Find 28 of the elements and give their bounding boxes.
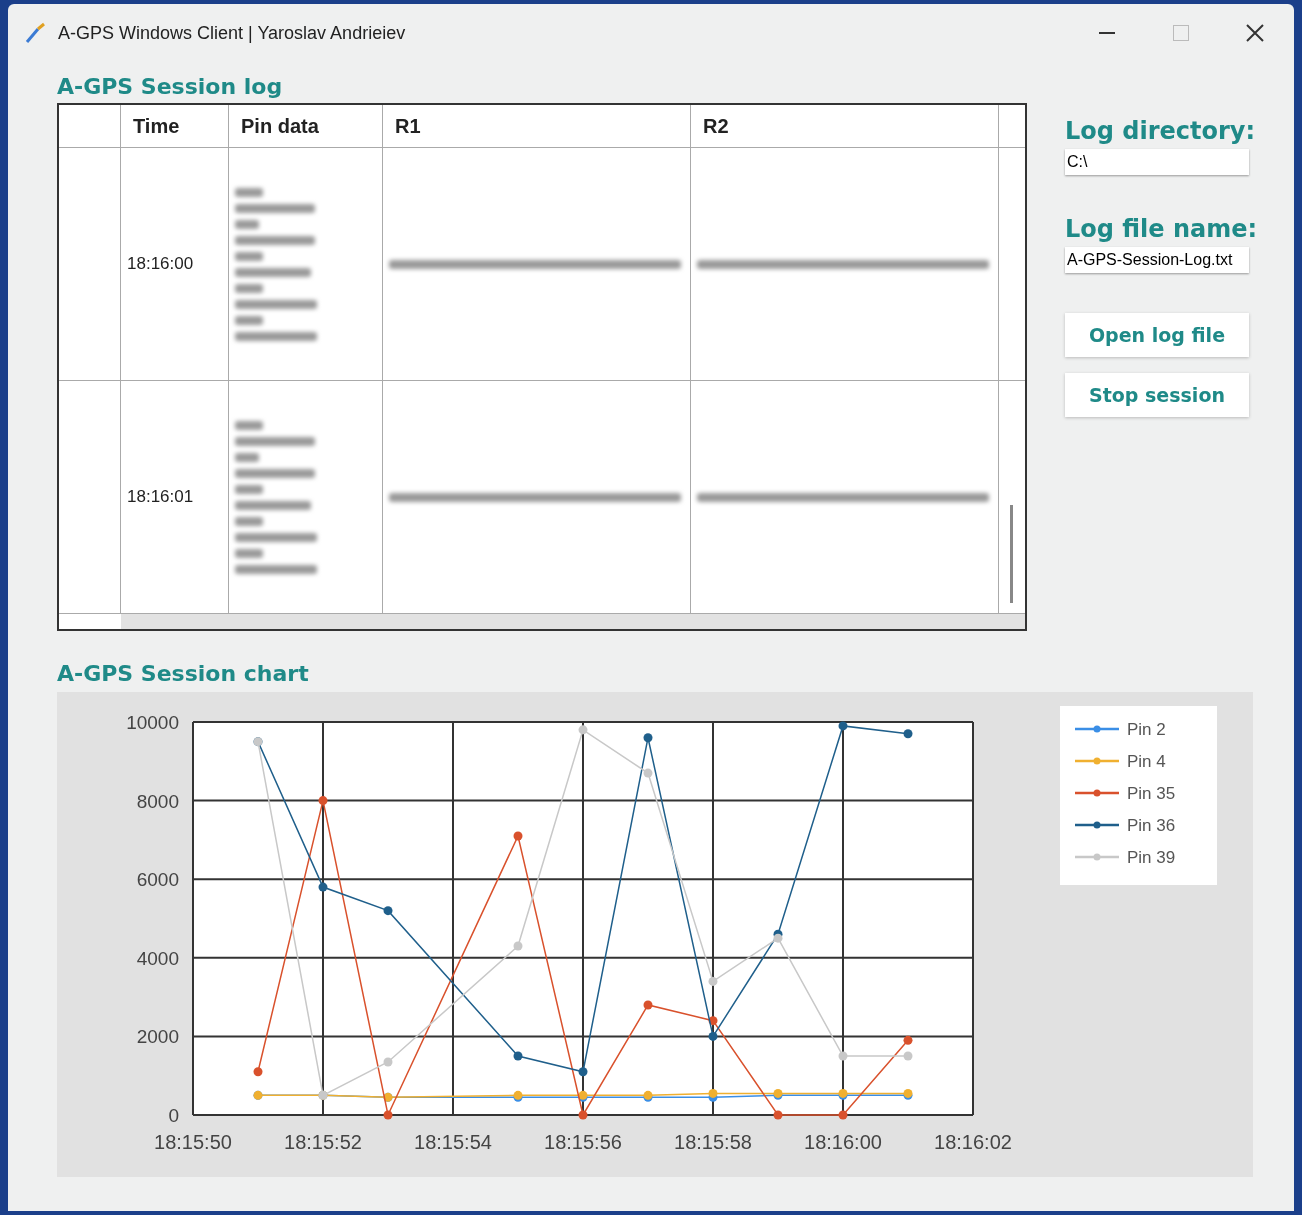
y-axis-label: 4000 xyxy=(136,947,179,969)
y-axis-label: 6000 xyxy=(136,869,179,891)
legend-label: Pin 36 xyxy=(1127,816,1176,835)
x-axis-label: 18:16:02 xyxy=(934,1131,1012,1153)
table-cell: 18:16:00 xyxy=(121,148,229,380)
y-axis-label: 0 xyxy=(168,1105,179,1126)
legend-label: Pin 2 xyxy=(1127,720,1166,739)
x-axis-label: 18:15:54 xyxy=(414,1131,492,1153)
legend-label: Pin 35 xyxy=(1127,784,1176,803)
legend-label: Pin 4 xyxy=(1127,752,1166,771)
x-axis-label: 18:15:58 xyxy=(674,1131,752,1153)
x-axis-label: 18:15:56 xyxy=(544,1131,622,1153)
section-title: A-GPS Session chart xyxy=(57,661,310,686)
column-header: Pin data xyxy=(229,105,383,147)
column-header: R2 xyxy=(691,105,999,147)
x-axis-label: 18:15:52 xyxy=(284,1131,362,1153)
section-title: A-GPS Session log xyxy=(57,74,284,99)
x-axis-label: 18:15:50 xyxy=(154,1131,232,1153)
column-header: R1 xyxy=(383,105,691,147)
window-title: A-GPS Windows Client | Yaroslav Andrieiev xyxy=(58,22,407,44)
table-cell: 18:16:01 xyxy=(121,381,229,613)
x-axis-label: 18:16:00 xyxy=(804,1131,882,1153)
legend-label: Pin 39 xyxy=(1127,848,1176,867)
y-axis-label: 2000 xyxy=(136,1026,179,1048)
y-axis-label: 8000 xyxy=(136,790,179,812)
field-label: Log directory: xyxy=(1065,117,1251,145)
y-axis-label: 10000 xyxy=(126,712,179,733)
column-header: Time xyxy=(121,105,229,147)
